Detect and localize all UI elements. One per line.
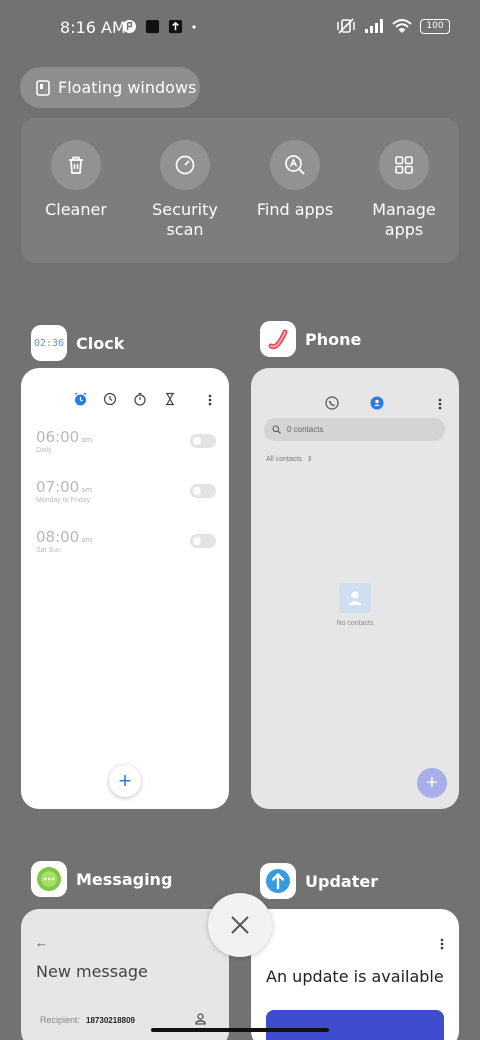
notification-app-icon [122,19,137,34]
search-icon [272,425,281,434]
messaging-app-name: Messaging [76,869,173,889]
updater-app-header[interactable]: Updater [260,863,378,899]
more-notifications-dot-icon [192,24,196,29]
clear-all-button[interactable] [208,893,272,957]
clock-tabs [21,392,229,408]
updater-app-card[interactable]: An update is available [251,909,459,1040]
notification-icons [122,19,197,34]
phone-app-card[interactable]: 0 contacts All contacts ⇕ No contacts + [251,368,459,809]
clock-app-icon: 02:36 [31,325,67,361]
floating-window-icon [36,79,50,96]
contacts-tab-icon[interactable] [370,396,384,410]
phone-app-header[interactable]: Phone [260,321,361,357]
stopwatch-tab-icon[interactable] [133,392,147,406]
grid-icon [379,140,429,190]
find-apps-button[interactable]: Find apps [245,140,345,220]
manage-apps-button[interactable]: Manage apps [354,140,454,240]
find-apps-icon [270,140,320,190]
clock-app-icon-text: 02:36 [33,337,65,349]
wifi-icon [392,19,412,33]
clock-more-icon[interactable] [207,393,213,407]
alarm-ampm: am [81,486,93,494]
sort-arrows-icon: ⇕ [306,456,313,463]
status-time: 8:16 AM [60,18,126,37]
clock-app-name: Clock [76,333,125,353]
empty-contacts-icon [339,583,371,613]
notification-square-icon [145,19,160,34]
alarm-repeat: Daily [36,447,52,454]
phone-app-name: Phone [305,329,362,349]
signal-icon [365,19,383,33]
updater-app-icon [260,863,296,899]
recipient-label: Recipient: [40,1015,81,1025]
search-placeholder: 0 contacts [287,425,324,434]
call-log-tab-icon[interactable] [325,396,339,410]
updater-app-name: Updater [305,871,379,891]
contacts-filter-dropdown[interactable]: All contacts ⇕ [266,455,313,463]
alarm-toggle[interactable] [190,534,216,548]
recipient-field[interactable]: Recipient: 18730218809 [40,1015,135,1025]
security-scan-icon [160,140,210,190]
plus-icon: + [118,768,132,793]
phone-more-icon[interactable] [437,397,443,411]
alarm-item[interactable]: 06:00 am Daily [36,428,216,454]
clock-app-header[interactable]: 02:36 Clock [31,325,124,361]
add-contact-button[interactable]: + [417,768,447,798]
messaging-app-header[interactable]: Messaging [31,861,172,897]
alarm-repeat: Sat Sun [36,547,61,554]
alarm-time: 08:00 [36,528,80,546]
home-indicator[interactable] [151,1028,329,1032]
find-apps-label: Find apps [256,200,334,219]
phone-app-icon [260,321,296,357]
alarm-item[interactable]: 08:00 am Sat Sun [36,528,216,554]
upload-icon [168,19,183,34]
alarm-time: 07:00 [36,478,80,496]
contacts-search-input[interactable]: 0 contacts [264,418,445,441]
plus-icon: + [426,771,438,794]
security-scan-label: Security scan [152,200,218,239]
alarm-toggle[interactable] [190,484,216,498]
security-scan-button[interactable]: Security scan [135,140,235,240]
cleaner-label: Cleaner [45,200,107,219]
alarm-time: 06:00 [36,428,80,446]
trash-icon [51,140,101,190]
status-bar: 8:16 AM 100 [0,0,480,56]
update-banner-image [266,1010,444,1040]
messaging-app-card[interactable]: ← New message Recipient: 18730218809 [21,909,229,1040]
update-available-title: An update is available [266,967,444,986]
recipient-value: 18730218809 [86,1016,135,1025]
updater-more-icon[interactable] [439,937,445,951]
alarm-toggle[interactable] [190,434,216,448]
messaging-app-icon [31,861,67,897]
new-message-title: New message [36,962,148,981]
cleaner-button[interactable]: Cleaner [26,140,126,220]
alarm-tab-icon[interactable] [73,392,88,407]
world-clock-tab-icon[interactable] [103,392,117,406]
contacts-filter-label: All contacts [266,456,302,463]
close-icon [231,916,249,934]
vibrate-off-icon [337,18,355,34]
floating-windows-button[interactable]: Floating windows [20,67,200,108]
manage-apps-label: Manage apps [372,200,436,239]
alarm-item[interactable]: 07:00 am Monday to Friday [36,478,216,504]
alarm-repeat: Monday to Friday [36,497,91,504]
floating-windows-label: Floating windows [58,78,197,97]
alarm-ampm: am [81,536,93,544]
back-arrow-icon[interactable]: ← [35,935,48,950]
quick-actions-panel: Cleaner Security scan Find apps Manage a… [21,118,459,263]
add-alarm-button[interactable]: + [109,765,141,797]
timer-tab-icon[interactable] [163,392,177,406]
clock-app-card[interactable]: 06:00 am Daily 07:00 am Monday to Friday 0… [21,368,229,809]
no-contacts-text: No contacts [336,620,374,627]
battery-icon: 100 [420,18,450,34]
contact-picker-icon[interactable] [195,1013,206,1025]
alarm-ampm: am [81,436,93,444]
system-icons: 100 [336,17,450,35]
